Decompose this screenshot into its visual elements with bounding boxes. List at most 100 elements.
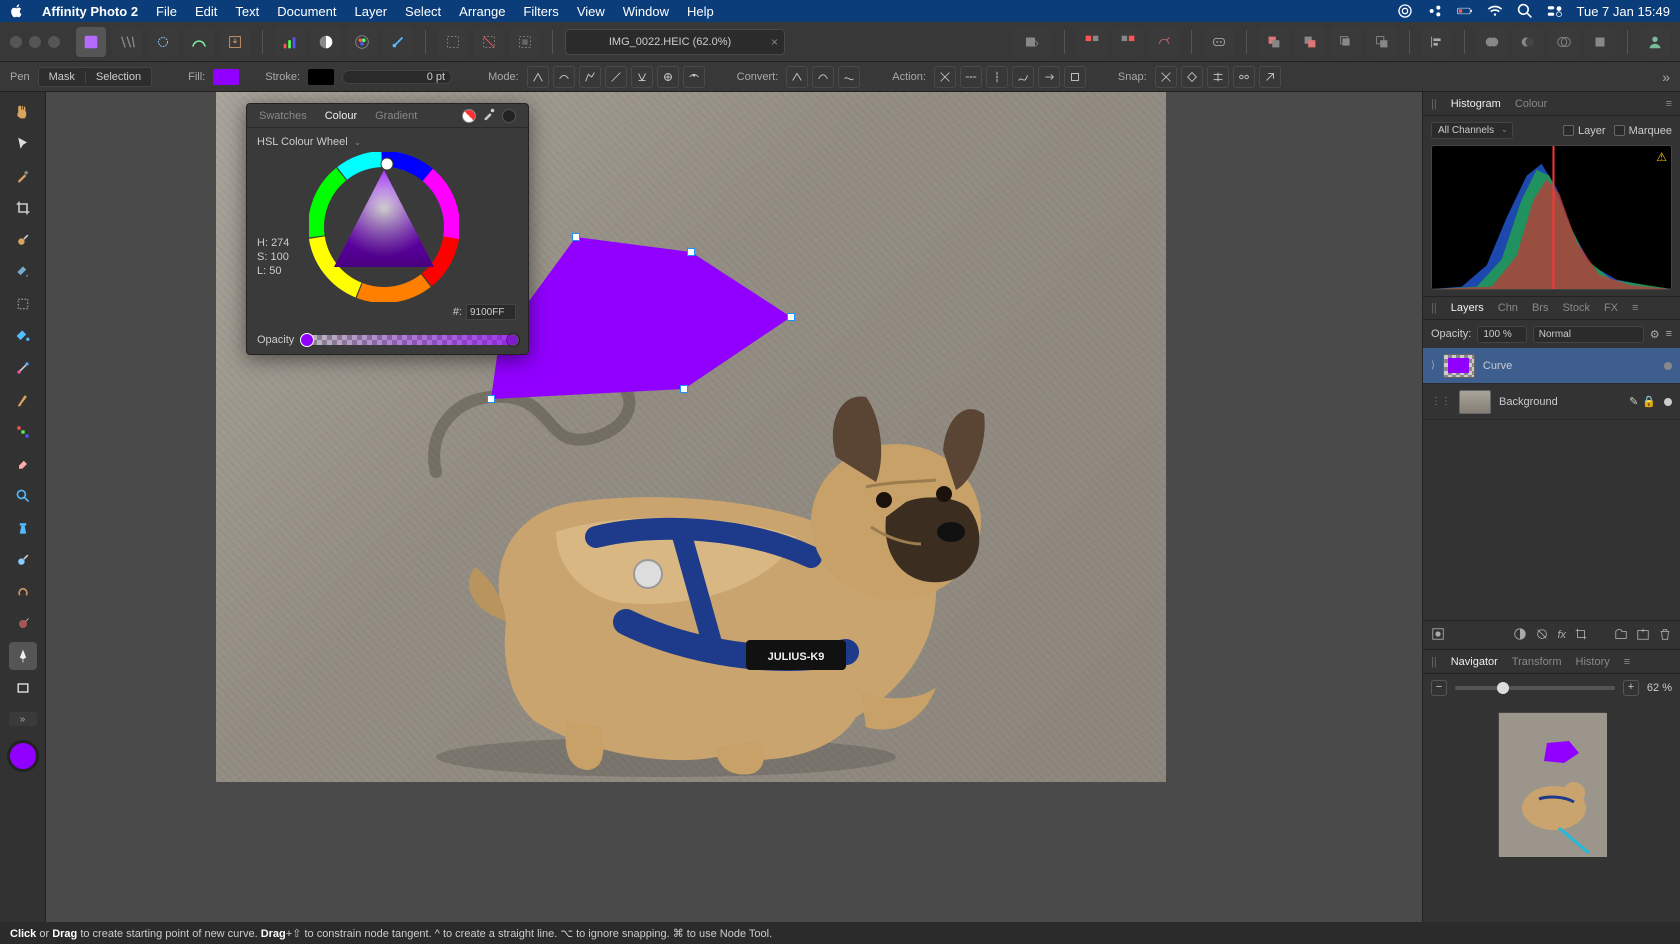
tab-stock[interactable]: Stock [1562, 302, 1590, 314]
snap-toggle2-icon[interactable] [1113, 27, 1143, 57]
add-pixel-layer-icon[interactable] [1636, 627, 1650, 644]
persona-export-icon[interactable] [220, 27, 250, 57]
mode-add-icon[interactable] [683, 66, 705, 88]
document-tab[interactable]: IMG_0022.HEIC (62.0%)× [565, 29, 785, 55]
selection-brush-tool-icon[interactable] [9, 226, 37, 254]
account-icon[interactable] [1640, 27, 1670, 57]
histogram-marquee-checkbox[interactable]: Marquee [1614, 125, 1672, 137]
menu-window[interactable]: Window [623, 4, 669, 19]
paint-mixer-tool-icon[interactable] [9, 610, 37, 638]
layers-opacity-select[interactable]: 100 % [1477, 326, 1526, 343]
close-tab-icon[interactable]: × [771, 35, 778, 49]
menu-arrange[interactable]: Arrange [459, 4, 505, 19]
auto-contrast-icon[interactable] [311, 27, 341, 57]
action-join-icon[interactable] [1012, 66, 1034, 88]
assistant-icon[interactable] [1204, 27, 1234, 57]
hsl-colour-wheel[interactable] [309, 152, 459, 302]
layers-blend-select[interactable]: Normal [1533, 326, 1644, 343]
mode-pen-icon[interactable] [527, 66, 549, 88]
mode-line-icon[interactable] [605, 66, 627, 88]
expand-toolbox-icon[interactable]: » [9, 712, 37, 726]
zoom-out-button[interactable]: − [1431, 680, 1447, 696]
persona-photo-icon[interactable] [76, 27, 106, 57]
action-transform-icon[interactable] [1064, 66, 1086, 88]
group-icon[interactable] [1614, 627, 1628, 644]
live-filter-icon[interactable] [1535, 627, 1549, 644]
snap-2-icon[interactable] [1181, 66, 1203, 88]
layer-mask-icon[interactable] [1431, 627, 1445, 644]
pixel-tool-icon[interactable] [9, 418, 37, 446]
layers-menu-icon[interactable]: ≡ [1666, 328, 1672, 340]
tab-navigator[interactable]: Navigator [1451, 656, 1498, 668]
convert-sharp-icon[interactable] [786, 66, 808, 88]
rectangle-tool-icon[interactable] [9, 674, 37, 702]
tab-history[interactable]: History [1576, 656, 1610, 668]
histogram-layer-checkbox[interactable]: Layer [1563, 125, 1606, 137]
marquee-tool-icon[interactable] [9, 290, 37, 318]
apple-menu-icon[interactable] [10, 4, 24, 18]
layer-row-curve[interactable]: ⟩ Curve [1423, 348, 1680, 384]
auto-colours-icon[interactable] [347, 27, 377, 57]
visibility-toggle-icon[interactable] [1664, 362, 1672, 370]
expand-icon[interactable]: ⟩ [1431, 360, 1435, 371]
record-icon[interactable] [1427, 3, 1443, 19]
pen-tool-icon[interactable] [9, 642, 37, 670]
auto-levels-icon[interactable] [275, 27, 305, 57]
sampled-colour-icon[interactable] [502, 109, 516, 123]
tab-transform[interactable]: Transform [1512, 656, 1562, 668]
arrange-back-icon[interactable] [1367, 27, 1397, 57]
navigator-thumbnail[interactable] [1423, 702, 1680, 922]
boolean-add-icon[interactable] [1477, 27, 1507, 57]
overflow-icon[interactable]: » [1662, 69, 1670, 85]
snap-5-icon[interactable] [1259, 66, 1281, 88]
crop-tool-icon[interactable] [9, 194, 37, 222]
tab-fx[interactable]: FX [1604, 302, 1618, 314]
panel-menu-icon[interactable]: ≡ [1632, 302, 1638, 314]
flood-fill-tool-icon[interactable] [9, 322, 37, 350]
selection-invert-icon[interactable] [510, 27, 540, 57]
smudge-tool-icon[interactable] [9, 578, 37, 606]
mode-polygon-icon[interactable] [579, 66, 601, 88]
tab-channels[interactable]: Chn [1498, 302, 1518, 314]
boolean-intersect-icon[interactable] [1549, 27, 1579, 57]
none-colour-icon[interactable] [462, 109, 476, 123]
persona-liquify-icon[interactable] [112, 27, 142, 57]
dodge-tool-icon[interactable] [9, 546, 37, 574]
arrange-forward-icon[interactable] [1295, 27, 1325, 57]
layers-cog-icon[interactable]: ⚙ [1650, 328, 1660, 341]
snap-toggle-icon[interactable] [1077, 27, 1107, 57]
colour-selector[interactable] [7, 740, 39, 772]
erase-tool-icon[interactable] [9, 450, 37, 478]
tab-colour[interactable]: Colour [1515, 98, 1547, 110]
visibility-toggle-icon[interactable] [1664, 398, 1672, 406]
link-icon[interactable]: ⋮⋮ [1431, 396, 1451, 407]
menu-file[interactable]: File [156, 4, 177, 19]
lock-icon[interactable]: 🔒 [1642, 395, 1656, 408]
app-name[interactable]: Affinity Photo 2 [42, 4, 138, 19]
layer-row-background[interactable]: ⋮⋮ Background ✎🔒 [1423, 384, 1680, 420]
delete-layer-icon[interactable] [1658, 627, 1672, 644]
snap-1-icon[interactable] [1155, 66, 1177, 88]
wifi-icon[interactable] [1487, 3, 1503, 19]
menu-document[interactable]: Document [277, 4, 336, 19]
persona-tone-icon[interactable] [184, 27, 214, 57]
cc-icon[interactable] [1397, 3, 1413, 19]
stroke-width-slider[interactable]: 0 pt [342, 70, 452, 84]
menubar-clock[interactable]: Tue 7 Jan 15:49 [1577, 4, 1670, 19]
snap-4-icon[interactable] [1233, 66, 1255, 88]
menu-filters[interactable]: Filters [523, 4, 558, 19]
boolean-xor-icon[interactable] [1585, 27, 1615, 57]
menu-select[interactable]: Select [405, 4, 441, 19]
stroke-swatch[interactable] [308, 69, 334, 85]
opacity-slider[interactable] [302, 335, 518, 345]
paint-brush-tool-icon[interactable] [9, 386, 37, 414]
colour-picker-tool-icon[interactable] [9, 162, 37, 190]
zoom-slider[interactable] [1455, 686, 1615, 690]
menu-text[interactable]: Text [235, 4, 259, 19]
fill-swatch[interactable] [213, 69, 239, 85]
panel-menu-icon[interactable]: ≡ [1624, 656, 1630, 668]
action-smooth-icon[interactable] [986, 66, 1008, 88]
panel-grip-icon[interactable]: || [1431, 656, 1437, 668]
edit-icon[interactable]: ✎ [1629, 395, 1638, 408]
colour-tab-colour[interactable]: Colour [325, 110, 357, 122]
